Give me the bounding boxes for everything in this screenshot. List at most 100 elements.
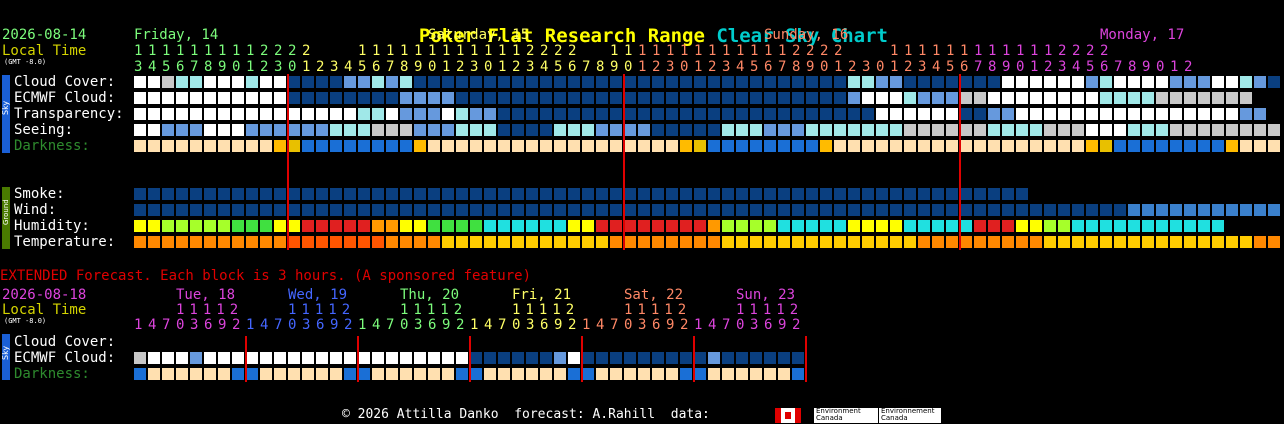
forecast-cell[interactable] [764, 352, 776, 364]
forecast-cell[interactable] [218, 352, 230, 364]
forecast-cell[interactable] [624, 108, 636, 120]
forecast-cell[interactable] [456, 236, 468, 248]
forecast-cell[interactable] [134, 76, 146, 88]
forecast-cell[interactable] [260, 76, 272, 88]
forecast-cell[interactable] [260, 204, 272, 216]
forecast-cell[interactable] [316, 108, 328, 120]
forecast-cell[interactable] [932, 140, 944, 152]
forecast-cell[interactable] [1100, 124, 1112, 136]
forecast-cell[interactable] [260, 124, 272, 136]
forecast-cell[interactable] [1226, 204, 1238, 216]
forecast-cell[interactable] [134, 140, 146, 152]
forecast-cell[interactable] [736, 368, 748, 380]
forecast-cell[interactable] [890, 92, 902, 104]
forecast-cell[interactable] [792, 236, 804, 248]
forecast-cell[interactable] [1086, 140, 1098, 152]
forecast-cell[interactable] [596, 108, 608, 120]
forecast-cell[interactable] [1128, 92, 1140, 104]
forecast-cell[interactable] [316, 352, 328, 364]
forecast-cell[interactable] [134, 236, 146, 248]
forecast-cell[interactable] [330, 76, 342, 88]
forecast-cell[interactable] [820, 92, 832, 104]
forecast-cell[interactable] [666, 204, 678, 216]
forecast-cell[interactable] [372, 236, 384, 248]
forecast-cell[interactable] [820, 204, 832, 216]
forecast-cell[interactable] [1002, 76, 1014, 88]
forecast-cell[interactable] [498, 140, 510, 152]
forecast-cell[interactable] [484, 236, 496, 248]
forecast-cell[interactable] [162, 140, 174, 152]
forecast-cell[interactable] [470, 140, 482, 152]
forecast-cell[interactable] [470, 352, 482, 364]
forecast-cell[interactable] [372, 140, 384, 152]
forecast-cell[interactable] [344, 92, 356, 104]
forecast-cell[interactable] [848, 188, 860, 200]
forecast-cell[interactable] [1044, 236, 1056, 248]
forecast-cell[interactable] [1016, 220, 1028, 232]
forecast-cell[interactable] [568, 108, 580, 120]
forecast-cell[interactable] [610, 352, 622, 364]
forecast-cell[interactable] [890, 188, 902, 200]
forecast-cell[interactable] [204, 140, 216, 152]
forecast-cell[interactable] [582, 124, 594, 136]
forecast-cell[interactable] [722, 368, 734, 380]
forecast-cell[interactable] [400, 188, 412, 200]
forecast-cell[interactable] [414, 204, 426, 216]
forecast-cell[interactable] [582, 204, 594, 216]
forecast-cell[interactable] [820, 236, 832, 248]
forecast-cell[interactable] [232, 140, 244, 152]
forecast-cell[interactable] [834, 124, 846, 136]
forecast-cell[interactable] [148, 220, 160, 232]
forecast-cell[interactable] [596, 352, 608, 364]
forecast-cell[interactable] [512, 220, 524, 232]
forecast-cell[interactable] [428, 368, 440, 380]
forecast-cell[interactable] [232, 188, 244, 200]
forecast-cell[interactable] [582, 188, 594, 200]
forecast-cell[interactable] [484, 188, 496, 200]
forecast-cell[interactable] [848, 108, 860, 120]
forecast-cell[interactable] [1226, 124, 1238, 136]
forecast-cell[interactable] [862, 188, 874, 200]
forecast-cell[interactable] [274, 124, 286, 136]
forecast-cell[interactable] [484, 220, 496, 232]
forecast-cell[interactable] [960, 236, 972, 248]
forecast-cell[interactable] [302, 140, 314, 152]
forecast-cell[interactable] [806, 204, 818, 216]
forecast-cell[interactable] [680, 236, 692, 248]
forecast-cell[interactable] [624, 76, 636, 88]
forecast-cell[interactable] [596, 76, 608, 88]
forecast-cell[interactable] [582, 368, 594, 380]
forecast-cell[interactable] [1212, 76, 1224, 88]
forecast-cell[interactable] [666, 188, 678, 200]
forecast-cell[interactable] [974, 220, 986, 232]
forecast-cell[interactable] [456, 352, 468, 364]
forecast-cell[interactable] [792, 92, 804, 104]
forecast-cell[interactable] [750, 92, 762, 104]
forecast-cell[interactable] [736, 124, 748, 136]
forecast-cell[interactable] [680, 76, 692, 88]
forecast-cell[interactable] [876, 236, 888, 248]
forecast-cell[interactable] [526, 140, 538, 152]
forecast-cell[interactable] [1128, 204, 1140, 216]
forecast-cell[interactable] [960, 140, 972, 152]
forecast-cell[interactable] [414, 368, 426, 380]
forecast-cell[interactable] [1086, 92, 1098, 104]
forecast-cell[interactable] [372, 188, 384, 200]
forecast-cell[interactable] [1030, 236, 1042, 248]
forecast-cell[interactable] [652, 368, 664, 380]
forecast-cell[interactable] [1268, 124, 1280, 136]
forecast-cell[interactable] [400, 352, 412, 364]
forecast-cell[interactable] [932, 220, 944, 232]
forecast-cell[interactable] [232, 352, 244, 364]
forecast-cell[interactable] [792, 188, 804, 200]
forecast-cell[interactable] [1142, 220, 1154, 232]
forecast-cell[interactable] [456, 188, 468, 200]
forecast-cell[interactable] [904, 140, 916, 152]
forecast-cell[interactable] [736, 352, 748, 364]
forecast-cell[interactable] [862, 236, 874, 248]
forecast-cell[interactable] [736, 140, 748, 152]
forecast-cell[interactable] [582, 108, 594, 120]
forecast-cell[interactable] [610, 188, 622, 200]
forecast-cell[interactable] [190, 108, 202, 120]
forecast-cell[interactable] [932, 124, 944, 136]
